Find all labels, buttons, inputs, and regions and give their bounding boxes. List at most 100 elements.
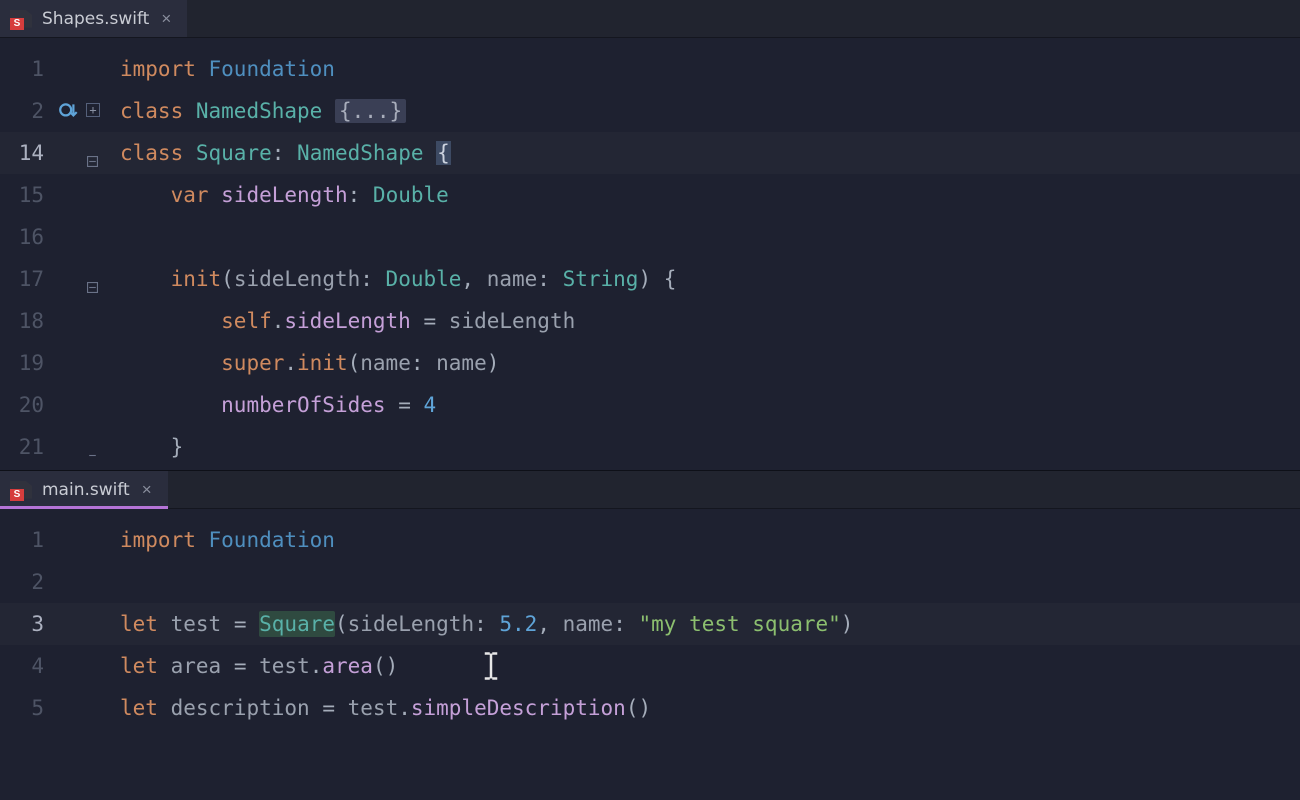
number-literal: 4 bbox=[424, 393, 437, 417]
code-editor-top[interactable]: 1 2 14 15 16 17 18 19 20 21 + bbox=[0, 38, 1300, 470]
code-line[interactable]: let area = test.area() bbox=[100, 645, 1300, 687]
property: sideLength bbox=[284, 309, 410, 333]
keyword: self bbox=[221, 309, 272, 333]
keyword: init bbox=[171, 267, 222, 291]
swift-file-icon bbox=[10, 481, 32, 499]
type-name: String bbox=[563, 267, 639, 291]
code-editor-bottom[interactable]: 1 2 3 4 5 import Foundation let test = S… bbox=[0, 509, 1300, 800]
keyword: var bbox=[171, 183, 209, 207]
punctuation: , bbox=[461, 267, 486, 291]
param-label: name bbox=[563, 612, 614, 636]
param-label: name bbox=[487, 267, 538, 291]
operator: = bbox=[234, 612, 247, 636]
line-number: 2 bbox=[0, 90, 54, 132]
line-number: 19 bbox=[0, 342, 54, 384]
method-call: area bbox=[322, 654, 373, 678]
type-name: Double bbox=[386, 267, 462, 291]
line-number: 17 bbox=[0, 258, 54, 300]
type-name: Square bbox=[259, 611, 335, 637]
code-area-top[interactable]: import Foundation class NamedShape {...}… bbox=[100, 38, 1300, 470]
identifier: test bbox=[171, 612, 222, 636]
code-line[interactable]: import Foundation bbox=[100, 519, 1300, 561]
line-number-gutter: 1 2 3 4 5 bbox=[0, 509, 54, 800]
line-number: 2 bbox=[0, 561, 54, 603]
keyword: let bbox=[120, 654, 158, 678]
type-name: NamedShape bbox=[196, 99, 322, 123]
code-line[interactable]: class NamedShape {...} bbox=[100, 90, 1300, 132]
fold-gutter bbox=[54, 509, 100, 800]
line-number: 1 bbox=[0, 48, 54, 90]
code-line[interactable]: var sideLength: Double bbox=[100, 174, 1300, 216]
editor-pane-top: Shapes.swift × 1 2 14 15 16 17 18 19 20 … bbox=[0, 0, 1300, 470]
identifier: Foundation bbox=[209, 57, 335, 81]
param-label: sideLength bbox=[348, 612, 474, 636]
fold-collapse-icon[interactable] bbox=[87, 442, 98, 453]
tab-filename: Shapes.swift bbox=[42, 9, 149, 29]
fold-expand-icon[interactable]: + bbox=[86, 103, 100, 117]
keyword: class bbox=[120, 99, 183, 123]
method-call: simpleDescription bbox=[411, 696, 626, 720]
override-down-icon[interactable] bbox=[58, 100, 80, 122]
code-line[interactable]: class Square: NamedShape { bbox=[100, 132, 1300, 174]
string-literal: "my test square" bbox=[639, 612, 841, 636]
type-name: NamedShape bbox=[297, 141, 423, 165]
close-tab-icon[interactable]: × bbox=[140, 480, 154, 500]
operator: = bbox=[322, 696, 335, 720]
punctuation: : bbox=[272, 141, 285, 165]
code-area-bottom[interactable]: import Foundation let test = Square(side… bbox=[100, 509, 1300, 800]
property: numberOfSides bbox=[221, 393, 385, 417]
code-line[interactable] bbox=[100, 216, 1300, 258]
keyword: import bbox=[120, 528, 196, 552]
line-number-gutter: 1 2 14 15 16 17 18 19 20 21 bbox=[0, 38, 54, 470]
line-number: 1 bbox=[0, 519, 54, 561]
line-number: 18 bbox=[0, 300, 54, 342]
code-line[interactable]: self.sideLength = sideLength bbox=[100, 300, 1300, 342]
fold-gutter: + bbox=[54, 38, 100, 470]
param-label: name bbox=[360, 351, 411, 375]
type-name: Square bbox=[196, 141, 272, 165]
type-name: Double bbox=[373, 183, 449, 207]
code-line[interactable]: let description = test.simpleDescription… bbox=[100, 687, 1300, 729]
line-number: 14 bbox=[0, 132, 54, 174]
tab-bar-bottom: main.swift × bbox=[0, 471, 1300, 509]
keyword: import bbox=[120, 57, 196, 81]
identifier: test bbox=[259, 654, 310, 678]
number-literal: 5.2 bbox=[499, 612, 537, 636]
code-line[interactable]: init(sideLength: Double, name: String) { bbox=[100, 258, 1300, 300]
keyword: let bbox=[120, 696, 158, 720]
keyword: super bbox=[221, 351, 284, 375]
code-line[interactable] bbox=[100, 561, 1300, 603]
punctuation: ) bbox=[638, 267, 663, 291]
brace: { bbox=[436, 141, 451, 165]
code-line[interactable]: numberOfSides = 4 bbox=[100, 384, 1300, 426]
line-number: 21 bbox=[0, 426, 54, 468]
line-number: 4 bbox=[0, 645, 54, 687]
folded-region[interactable]: {...} bbox=[335, 99, 406, 123]
identifier: area bbox=[171, 654, 222, 678]
editor-pane-bottom: main.swift × 1 2 3 4 5 import Foundation… bbox=[0, 470, 1300, 800]
operator: = bbox=[234, 654, 247, 678]
identifier: test bbox=[348, 696, 399, 720]
code-line[interactable]: super.init(name: name) bbox=[100, 342, 1300, 384]
code-line[interactable]: } bbox=[100, 426, 1300, 468]
code-line[interactable]: let test = Square(sideLength: 5.2, name:… bbox=[100, 603, 1300, 645]
operator: = bbox=[423, 309, 436, 333]
tab-main-swift[interactable]: main.swift × bbox=[0, 471, 168, 508]
fold-collapse-icon[interactable] bbox=[87, 274, 98, 285]
line-number: 3 bbox=[0, 603, 54, 645]
tab-shapes-swift[interactable]: Shapes.swift × bbox=[0, 0, 187, 37]
identifier: description bbox=[171, 696, 310, 720]
close-tab-icon[interactable]: × bbox=[159, 9, 173, 29]
operator: = bbox=[398, 393, 411, 417]
property: sideLength bbox=[221, 183, 347, 207]
punctuation: : bbox=[348, 183, 361, 207]
identifier: sideLength bbox=[449, 309, 575, 333]
identifier: Foundation bbox=[209, 528, 335, 552]
code-line[interactable]: import Foundation bbox=[100, 48, 1300, 90]
tab-bar-top: Shapes.swift × bbox=[0, 0, 1300, 38]
param-label: sideLength bbox=[234, 267, 360, 291]
brace: } bbox=[171, 435, 184, 459]
tab-filename: main.swift bbox=[42, 480, 130, 500]
fold-collapse-icon[interactable] bbox=[87, 148, 98, 159]
line-number: 15 bbox=[0, 174, 54, 216]
